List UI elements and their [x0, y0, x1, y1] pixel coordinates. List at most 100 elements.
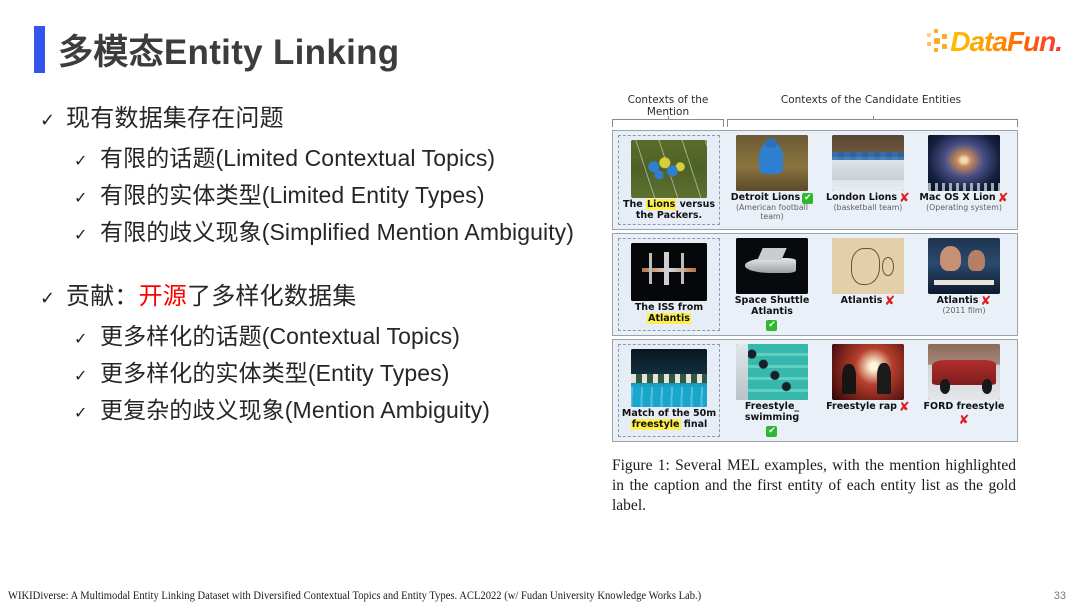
wrong-icon: ✘	[898, 399, 910, 415]
mention-cell: Match of the 50m freestyle final	[618, 343, 720, 437]
brace-mention	[612, 116, 724, 127]
candidate-thumbnail	[927, 135, 1000, 191]
football-player-photo	[735, 135, 808, 191]
candidate-thumbnail	[831, 135, 904, 191]
slide-footer: WIKIDiverse: A Multimodal Entity Linking…	[8, 590, 1072, 602]
bullet-label: 有限的实体类型(Limited Entity Types)	[100, 182, 485, 208]
check-icon: ✓	[74, 331, 88, 348]
figure-row: Match of the 50m freestyle final Freesty…	[612, 338, 1018, 442]
caption-mention-highlight: Lions	[646, 199, 677, 210]
mention-cell: The ISS from Atlantis	[618, 237, 720, 331]
mention-thumbnail	[631, 140, 707, 198]
logo-wordmark: DataFun.	[950, 26, 1063, 57]
mention-thumbnail	[631, 348, 707, 407]
bullet-item: ✓ 有限的话题(Limited Contextual Topics)	[74, 139, 600, 173]
page-number: 33	[1053, 590, 1066, 602]
galaxy-wallpaper-photo	[927, 135, 1000, 191]
page-title: 多模态Entity Linking	[34, 24, 399, 75]
check-icon: ✓	[74, 153, 88, 170]
bullet-item: ✓ 更多样化的实体类型(Entity Types)	[74, 354, 600, 388]
check-icon: ✓	[40, 288, 56, 308]
candidate-label: FORD freestyle	[923, 400, 1005, 412]
swimming-lanes-photo	[735, 343, 808, 400]
bullet-item-contribution: ✓ 贡献：开源了多样化数据集	[40, 276, 600, 311]
figure-header-mention: Contexts of the Mention	[627, 94, 709, 118]
check-icon: ✓	[74, 368, 88, 385]
check-icon: ✓	[74, 190, 88, 207]
correct-icon: ✔	[766, 319, 778, 331]
figure-brace-row	[612, 116, 1018, 127]
swimming-final-photo	[631, 348, 707, 407]
figure-panel: Contexts of the Mention Contexts of the …	[612, 94, 1018, 517]
candidate-item: London Lions ✘ (basketball team)	[823, 135, 912, 213]
contribution-highlight: 开源	[138, 283, 188, 310]
bullet-label: 现有数据集存在问题	[66, 105, 284, 132]
candidate-item: Atlantis ✘	[823, 237, 912, 309]
candidate-item: Mac OS X Lion ✘ (Operating system)	[919, 135, 1009, 213]
caption-before: The	[623, 199, 647, 210]
bullet-item: ✓ 更多样化的话题(Contextual Topics)	[74, 317, 600, 351]
candidate-subtitle: (basketball team)	[833, 203, 903, 212]
candidate-label: Space Shuttle Atlantis	[734, 294, 810, 317]
candidate-item: Atlantis ✘ (2011 film)	[919, 237, 1008, 316]
candidate-label-line: Freestyle rap ✘	[826, 399, 910, 415]
candidate-item: Freestyle_ swimming ✔	[727, 343, 816, 437]
candidate-item: Space Shuttle Atlantis ✔	[727, 237, 816, 331]
bullet-content: ✓ 现有数据集存在问题 ✓ 有限的话题(Limited Contextual T…	[40, 98, 600, 428]
candidate-item: Detroit Lions ✔ (American football team)	[727, 135, 816, 221]
old-map-photo	[831, 237, 904, 294]
title-text: 多模态Entity Linking	[58, 33, 400, 72]
figure-headers: Contexts of the Mention Contexts of the …	[612, 94, 1018, 118]
bullet-label: 更多样化的实体类型(Entity Types)	[100, 360, 450, 386]
logo-dots-icon	[927, 29, 949, 55]
film-poster-photo	[927, 237, 1000, 294]
caption-before: The ISS from	[634, 301, 704, 313]
candidate-label-line: Space Shuttle Atlantis ✔	[727, 294, 816, 331]
candidate-thumbnail	[735, 237, 808, 294]
bullet-label: 有限的歧义现象(Simplified Mention Ambiguity)	[100, 219, 575, 245]
brace-candidates	[727, 116, 1018, 127]
rap-stage-photo	[831, 343, 904, 400]
candidate-label-line: Atlantis ✘	[841, 293, 896, 309]
football-photo	[631, 140, 707, 198]
title-accent-bar	[34, 26, 45, 73]
bullet-item: ✓ 现有数据集存在问题	[40, 98, 600, 133]
bullet-item: ✓ 有限的歧义现象(Simplified Mention Ambiguity)	[74, 213, 600, 247]
contribution-suffix: 了多样化数据集	[187, 283, 357, 310]
bullet-label: 更复杂的歧义现象(Mention Ambiguity)	[100, 397, 490, 423]
check-icon: ✓	[40, 110, 56, 130]
candidate-thumbnail	[735, 135, 808, 191]
basketball-arena-photo	[831, 135, 904, 191]
bullet-item: ✓ 有限的实体类型(Limited Entity Types)	[74, 176, 600, 210]
correct-icon: ✔	[766, 425, 778, 437]
candidate-subtitle: (American football team)	[735, 203, 808, 221]
figure-row: The Lions versus the Packers. Detroit Li…	[612, 130, 1018, 230]
candidate-thumbnail	[831, 237, 904, 294]
candidate-thumbnail	[927, 343, 1000, 400]
candidate-list: Space Shuttle Atlantis ✔ Atlantis ✘ Atlant…	[720, 237, 1012, 331]
bullet-label: 更多样化的话题(Contextual Topics)	[100, 323, 461, 349]
candidate-subtitle: (2011 film)	[942, 305, 986, 315]
candidate-subtitle: (Operating system)	[926, 203, 1002, 212]
figure-row: The ISS from Atlantis Space Shuttle Atla…	[612, 232, 1018, 336]
bullet-label: 有限的话题(Limited Contextual Topics)	[100, 145, 496, 171]
space-station-photo	[631, 242, 707, 301]
candidate-label: Freestyle_ swimming	[744, 400, 800, 423]
bullet-label: 贡献：开源了多样化数据集	[66, 276, 600, 311]
caption-mention-highlight: freestyle	[630, 418, 681, 430]
check-icon: ✓	[74, 405, 88, 422]
candidate-item: Freestyle rap ✘	[823, 343, 912, 415]
candidate-thumbnail	[927, 237, 1000, 294]
check-icon: ✓	[74, 227, 88, 244]
wrong-icon: ✘	[884, 293, 896, 309]
candidate-thumbnail	[831, 343, 904, 400]
ford-suv-photo	[927, 343, 1000, 400]
contribution-prefix: 贡献：	[66, 283, 139, 310]
bullet-item: ✓ 更复杂的歧义现象(Mention Ambiguity)	[74, 391, 600, 425]
datafun-logo: DataFun.	[927, 26, 1063, 58]
caption-mention-highlight: Atlantis	[647, 312, 691, 324]
candidate-list: Freestyle_ swimming ✔ Freestyle rap ✘ FORD…	[720, 343, 1012, 437]
mention-caption: Match of the 50m freestyle final	[621, 408, 717, 431]
candidate-item: FORD freestyle ✘	[919, 343, 1008, 427]
